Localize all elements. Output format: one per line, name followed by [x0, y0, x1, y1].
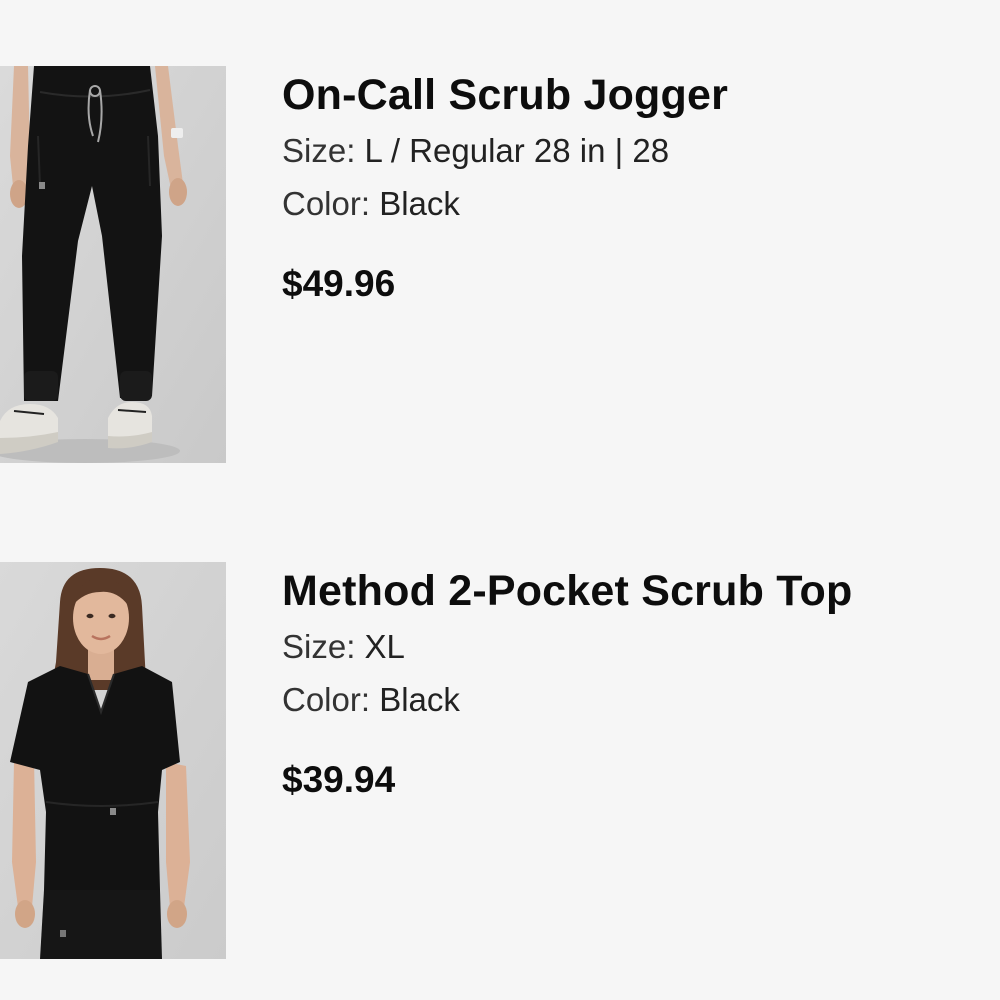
product-image[interactable]	[0, 66, 226, 463]
item-details: Method 2-Pocket Scrub Top Size: XL Color…	[282, 562, 982, 804]
item-details: On-Call Scrub Jogger Size: L / Regular 2…	[282, 66, 982, 308]
scrub-top-photo-icon	[0, 562, 226, 959]
size-value: XL	[364, 628, 405, 665]
color-row: Color: Black	[282, 673, 982, 726]
product-image[interactable]	[0, 562, 226, 959]
color-value: Black	[379, 681, 460, 718]
size-row: Size: L / Regular 28 in | 28	[282, 124, 982, 177]
jogger-photo-icon	[0, 66, 226, 463]
price: $49.96	[282, 263, 396, 304]
product-title[interactable]: On-Call Scrub Jogger	[282, 66, 982, 124]
size-value: L / Regular 28 in | 28	[364, 132, 670, 169]
color-value: Black	[379, 185, 460, 222]
cart-item: On-Call Scrub Jogger Size: L / Regular 2…	[0, 66, 1000, 466]
size-row: Size: XL	[282, 620, 982, 673]
color-row: Color: Black	[282, 177, 982, 230]
color-label: Color:	[282, 185, 371, 222]
product-title[interactable]: Method 2-Pocket Scrub Top	[282, 562, 982, 620]
price: $39.94	[282, 759, 396, 800]
size-label: Size:	[282, 628, 356, 665]
size-label: Size:	[282, 132, 356, 169]
cart-item: Method 2-Pocket Scrub Top Size: XL Color…	[0, 562, 1000, 962]
color-label: Color:	[282, 681, 371, 718]
